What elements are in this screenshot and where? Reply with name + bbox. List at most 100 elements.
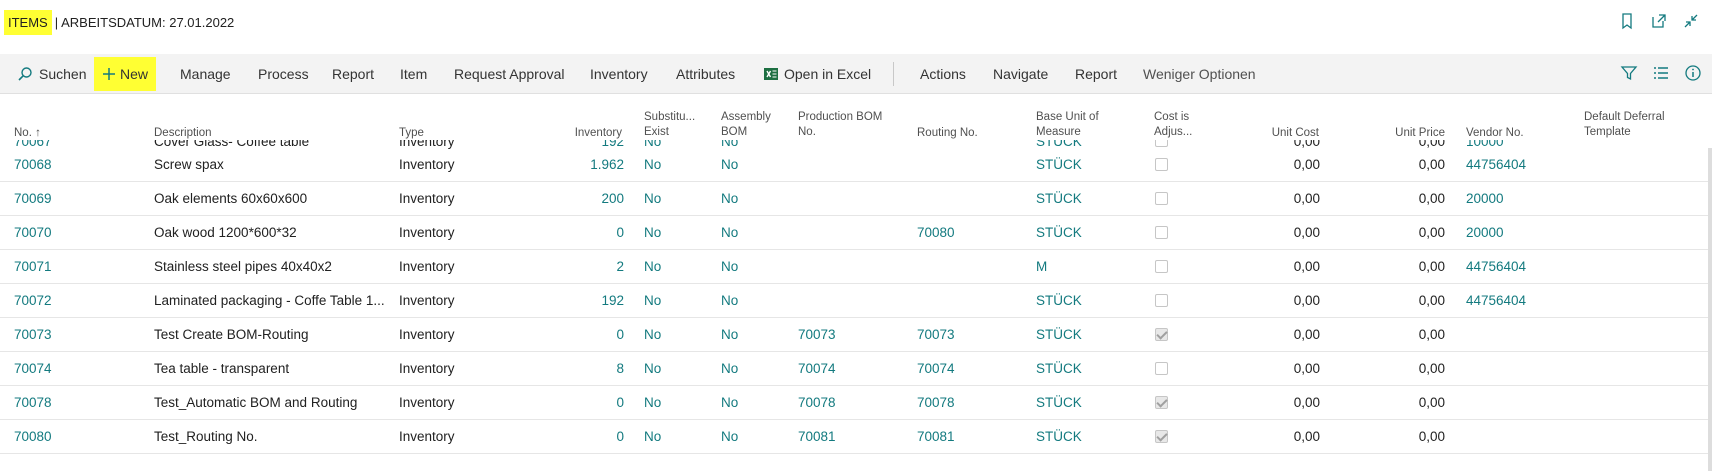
col-substitutes-exist[interactable]: Substitu... Exist [644,110,695,140]
item-inventory[interactable]: 0 [560,327,624,342]
report-menu-2[interactable]: Report [1075,54,1117,94]
item-base-unit[interactable]: M [1036,259,1047,274]
item-inventory[interactable]: 8 [560,361,624,376]
filter-icon[interactable] [1620,64,1638,82]
col-unit-price[interactable]: Unit Price [1355,126,1445,141]
item-no[interactable]: 70072 [14,293,52,308]
table-row[interactable]: 70069 Oak elements 60x60x600 Inventory 200 N… [0,182,1712,216]
table-row[interactable]: 70068 Screw spax Inventory 1.962 No No STÜCK 0,… [0,148,1712,182]
item-base-unit[interactable]: STÜCK [1036,191,1082,206]
col-unit-cost[interactable]: Unit Cost [1230,126,1319,141]
item-production-bom[interactable]: 70078 [798,395,836,410]
list-view-icon[interactable] [1652,64,1670,82]
item-substitutes: No [644,361,662,376]
item-inventory[interactable]: 0 [560,395,624,410]
item-inventory[interactable]: 192 [560,293,624,308]
cost-adjusted-checkbox [1155,430,1168,443]
item-routing-no[interactable]: 70081 [917,429,955,444]
item-unit-cost: 0,00 [1293,157,1320,172]
table-row[interactable]: 70071 Stainless steel pipes 40x40x2 Invent… [0,250,1712,284]
table-row[interactable]: 70074 Tea table - transparent Inventory 8 No… [0,352,1712,386]
item-description: Oak elements 60x60x600 [154,191,308,206]
process-menu[interactable]: Process [258,54,309,94]
report-menu[interactable]: Report [332,54,374,94]
item-no[interactable]: 70074 [14,361,52,376]
item-routing-no[interactable]: 70073 [917,327,955,342]
col-description[interactable]: Description [154,126,212,141]
fewer-options-button[interactable]: Weniger Optionen [1143,54,1256,94]
inventory-menu[interactable]: Inventory [590,54,648,94]
item-base-unit[interactable]: STÜCK [1036,225,1082,240]
col-type[interactable]: Type [399,126,424,141]
col-routing-no[interactable]: Routing No. [917,126,978,141]
table-row[interactable]: 70073 Test Create BOM-Routing Inventory 0 No… [0,318,1712,352]
col-cost-is-adjusted[interactable]: Cost is Adjus... [1154,110,1192,140]
item-no[interactable]: 70070 [14,225,52,240]
item-inventory[interactable]: 1.962 [560,157,624,172]
navigate-menu[interactable]: Navigate [993,54,1048,94]
manage-menu[interactable]: Manage [180,54,231,94]
actions-menu[interactable]: Actions [920,54,966,94]
item-base-unit[interactable]: STÜCK [1036,327,1082,342]
request-approval-menu[interactable]: Request Approval [454,54,565,94]
item-inventory[interactable]: 2 [560,259,624,274]
col-pbom-line2: No. [798,126,816,138]
page-header: ITEMS | ARBEITSDATUM: 27.01.2022 [0,0,1712,48]
item-base-unit[interactable]: STÜCK [1036,395,1082,410]
col-assembly-bom[interactable]: Assembly BOM [721,110,771,140]
item-vendor[interactable]: 44756404 [1466,293,1526,308]
item-no[interactable]: 70080 [14,429,52,444]
item-inventory[interactable]: 200 [560,191,624,206]
item-base-unit[interactable]: STÜCK [1036,429,1082,444]
item-type: Inventory [399,327,455,342]
item-description: Stainless steel pipes 40x40x2 [154,259,332,274]
item-no[interactable]: 70073 [14,327,52,342]
item-base-unit[interactable]: STÜCK [1036,361,1082,376]
item-substitutes: No [644,225,662,240]
item-inventory[interactable]: 0 [560,225,624,240]
item-no[interactable]: 70071 [14,259,52,274]
col-base-unit-of-measure[interactable]: Base Unit of Measure [1036,110,1099,140]
bookmark-icon[interactable] [1618,12,1636,30]
item-vendor[interactable]: 44756404 [1466,259,1526,274]
item-inventory[interactable]: 0 [560,429,624,444]
item-base-unit[interactable]: STÜCK [1036,293,1082,308]
item-production-bom[interactable]: 70073 [798,327,836,342]
item-no[interactable]: 70068 [14,157,52,172]
open-new-window-icon[interactable] [1650,12,1668,30]
table-row[interactable]: 70078 Test_Automatic BOM and Routing Inven… [0,386,1712,420]
attributes-menu[interactable]: Attributes [676,54,735,94]
col-production-bom-no[interactable]: Production BOM No. [798,110,882,140]
new-button[interactable]: New [94,57,157,91]
col-no[interactable]: No. ↑ [14,126,41,141]
open-in-excel-button[interactable]: Open in Excel [763,54,871,94]
item-base-unit[interactable]: STÜCK [1036,157,1082,172]
collapse-icon[interactable] [1682,12,1700,30]
col-inventory[interactable]: Inventory [540,126,622,141]
table-row[interactable]: 70070 Oak wood 1200*600*32 Inventory 0 No No 7… [0,216,1712,250]
item-vendor[interactable]: 20000 [1466,191,1504,206]
item-unit-price: 0,00 [1418,395,1445,410]
table-row[interactable]: 70080 Test_Routing No. Inventory 0 No No 70081… [0,420,1712,454]
search-button[interactable]: Suchen [17,54,86,94]
item-routing-no[interactable]: 70080 [917,225,955,240]
item-menu[interactable]: Item [400,54,427,94]
item-routing-no[interactable]: 70078 [917,395,955,410]
col-vendor-no[interactable]: Vendor No. [1466,126,1524,141]
cost-adjusted-checkbox [1155,328,1168,341]
work-date: ARBEITSDATUM: 27.01.2022 [61,15,235,30]
info-icon[interactable] [1684,64,1702,82]
item-production-bom[interactable]: 70074 [798,361,836,376]
vertical-scrollbar[interactable] [1708,148,1712,471]
item-assembly-bom: No [721,395,739,410]
col-default-deferral-template[interactable]: Default Deferral Template [1584,110,1665,140]
item-routing-no[interactable]: 70074 [917,361,955,376]
item-vendor[interactable]: 20000 [1466,225,1504,240]
item-type: Inventory [399,157,455,172]
item-assembly-bom: No [721,429,739,444]
table-row[interactable]: 70072 Laminated packaging - Coffe Table 1… [0,284,1712,318]
item-no[interactable]: 70069 [14,191,52,206]
item-vendor[interactable]: 44756404 [1466,157,1526,172]
item-no[interactable]: 70078 [14,395,52,410]
item-production-bom[interactable]: 70081 [798,429,836,444]
